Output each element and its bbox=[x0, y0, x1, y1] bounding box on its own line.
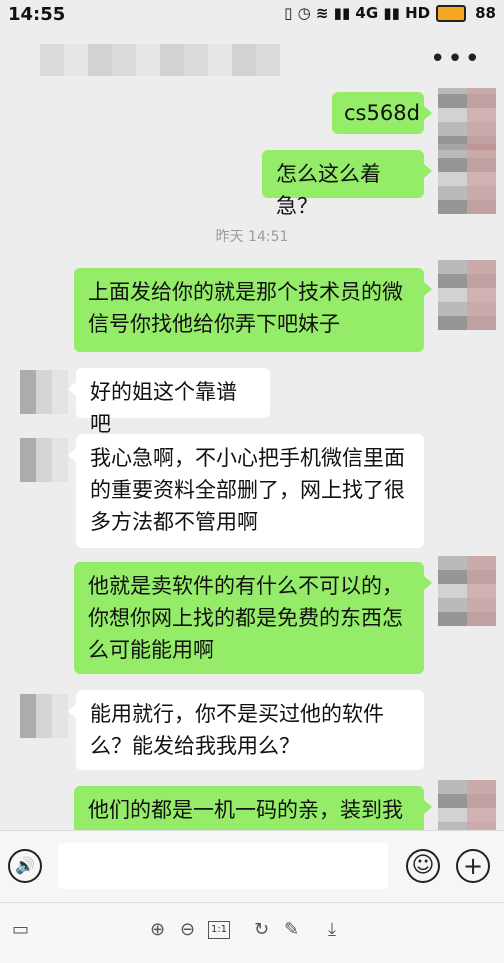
message-bubble-sent[interactable]: 他就是卖软件的有什么不可以的，你想你网上找的都是免费的东西怎么可能能用啊 bbox=[74, 562, 432, 674]
status-time: 14:55 bbox=[8, 4, 66, 25]
own-avatar[interactable] bbox=[438, 556, 496, 626]
screen-icon[interactable]: ▭ bbox=[12, 919, 29, 940]
own-avatar[interactable] bbox=[438, 780, 496, 830]
edit-icon[interactable]: ✎ bbox=[284, 919, 299, 940]
download-icon[interactable]: ⤓ bbox=[328, 919, 336, 940]
message-bubble-received[interactable]: 我心急啊，不小心把手机微信里面的重要资料全部删了，网上找了很多方法都不管用啊 bbox=[68, 434, 424, 548]
viewer-toolbar: ▭ ⊕ ⊖ 1:1 ↻ ✎ ⤓ bbox=[0, 902, 504, 963]
actual-size-icon[interactable]: 1:1 bbox=[208, 921, 230, 939]
contact-avatar[interactable] bbox=[20, 370, 68, 414]
contact-avatar[interactable] bbox=[20, 438, 68, 482]
status-indicators: ▯ ◷ ≋ ▮▮ 4G ▮▮ HD bbox=[284, 4, 431, 22]
message-input[interactable] bbox=[58, 843, 388, 889]
message-bubble-sent[interactable]: 上面发给你的就是那个技术员的微信号你找他给你弄下吧妹子 bbox=[74, 268, 432, 352]
zoom-out-icon[interactable]: ⊖ bbox=[180, 919, 195, 940]
more-options-icon[interactable]: ••• bbox=[430, 44, 482, 74]
message-bubble-sent[interactable]: 他们的都是一机一码的亲，装到我 bbox=[74, 786, 432, 830]
own-avatar[interactable] bbox=[438, 144, 496, 214]
rotate-icon[interactable]: ↻ bbox=[254, 919, 269, 940]
zoom-in-icon[interactable]: ⊕ bbox=[150, 919, 165, 940]
chat-title-blurred bbox=[40, 44, 280, 76]
message-bubble-sent[interactable]: 怎么这么着急？ bbox=[262, 150, 432, 218]
emoji-icon[interactable]: ☺ bbox=[406, 849, 440, 883]
own-avatar[interactable] bbox=[438, 260, 496, 330]
battery-icon bbox=[436, 4, 467, 22]
message-bubble-sent[interactable]: cs568d bbox=[332, 92, 432, 134]
status-bar: 14:55 ▯ ◷ ≋ ▮▮ 4G ▮▮ HD 88 bbox=[0, 0, 504, 30]
own-avatar[interactable] bbox=[438, 88, 496, 150]
input-bar: 🔊 ☺ + bbox=[0, 830, 504, 903]
voice-input-icon[interactable]: 🔊 bbox=[8, 849, 42, 883]
time-divider: 昨天 14:51 bbox=[215, 229, 289, 245]
plus-icon[interactable]: + bbox=[456, 849, 490, 883]
status-icons: ▯ ◷ ≋ ▮▮ 4G ▮▮ HD 88 bbox=[284, 4, 496, 22]
chat-header: ••• bbox=[0, 30, 504, 88]
contact-avatar[interactable] bbox=[20, 694, 68, 738]
message-list[interactable]: cs568d 怎么这么着急？ 昨天 14:51 上面发给你的就是那个技术员的微信… bbox=[0, 88, 504, 830]
battery-level: 88 bbox=[475, 4, 496, 22]
message-bubble-received[interactable]: 好的姐这个靠谱吧 bbox=[68, 368, 270, 436]
message-bubble-received[interactable]: 能用就行，你不是买过他的软件么？能发给我我用么？ bbox=[68, 690, 424, 770]
